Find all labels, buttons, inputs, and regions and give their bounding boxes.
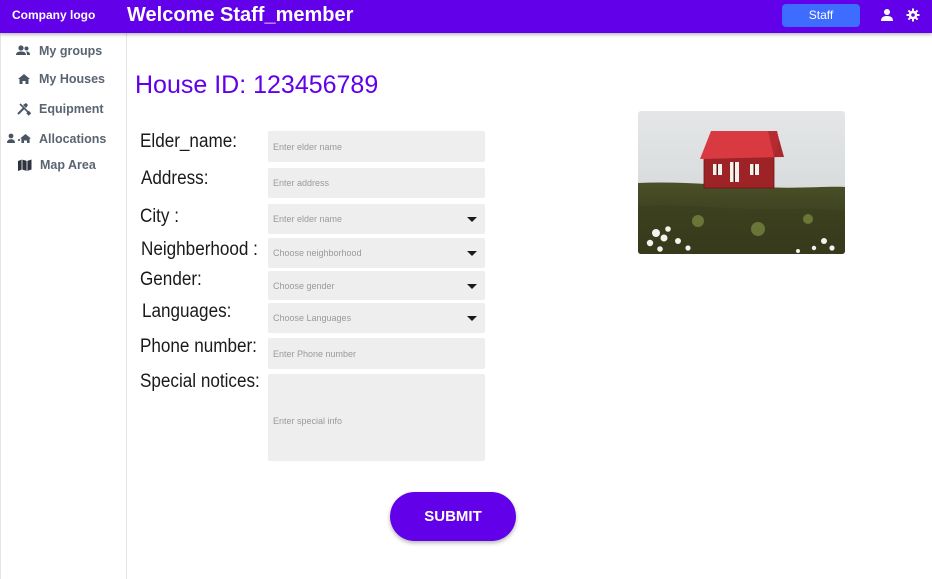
- house-icon: [18, 74, 30, 84]
- languages-placeholder: Choose Languages: [273, 313, 352, 323]
- sidebar-item-label: My groups: [39, 44, 103, 58]
- elder-name-input[interactable]: Enter elder name: [268, 131, 485, 162]
- address-placeholder: Enter address: [273, 178, 330, 188]
- city-select[interactable]: Enter elder name: [268, 204, 485, 234]
- gender-select[interactable]: Choose gender: [268, 271, 485, 300]
- elder-name-label: Elder_name:: [140, 131, 237, 152]
- special-notices-label: Special notices:: [140, 371, 260, 392]
- sidebar-item-label: Equipment: [39, 102, 104, 116]
- elder-name-placeholder: Enter elder name: [273, 141, 343, 152]
- top-app-bar: Company logo Welcome Staff_member Staff: [0, 0, 932, 33]
- address-label: Address:: [141, 168, 209, 189]
- phone-number-label: Phone number:: [140, 336, 257, 357]
- submit-button[interactable]: SUBMIT: [390, 492, 516, 541]
- phone-number-input[interactable]: Enter Phone number: [268, 338, 485, 369]
- chevron-down-icon: [467, 283, 477, 289]
- tools-icon: [17, 103, 32, 116]
- special-notices-textarea[interactable]: Enter special info: [268, 374, 485, 461]
- special-notices-placeholder: Enter special info: [273, 416, 343, 426]
- allocations-icon: [7, 133, 31, 143]
- groups-icon: [16, 45, 30, 55]
- company-logo[interactable]: Company logo: [12, 8, 95, 22]
- chevron-down-icon: [467, 316, 477, 321]
- house-photo: [638, 111, 845, 254]
- gender-label: Gender:: [140, 269, 202, 290]
- sidebar-item-map-area[interactable]: Map Area: [1, 155, 127, 177]
- languages-select[interactable]: Choose Languages: [268, 303, 485, 333]
- phone-number-placeholder: Enter Phone number: [273, 348, 357, 359]
- address-input[interactable]: Enter address: [268, 168, 485, 198]
- sidebar-item-my-houses[interactable]: My Houses: [1, 69, 127, 91]
- sidebar-item-allocations[interactable]: Allocations: [1, 129, 127, 151]
- staff-role-button[interactable]: Staff: [782, 4, 860, 27]
- welcome-title: Welcome Staff_member: [127, 4, 354, 26]
- languages-label: Languages:: [142, 301, 232, 322]
- city-label: City :: [140, 206, 179, 227]
- page-title: House ID: 123456789: [135, 71, 379, 99]
- neighborhood-label: Neighberhood :: [141, 239, 258, 260]
- sidebar-item-my-groups[interactable]: My groups: [1, 41, 127, 63]
- map-icon: [18, 159, 32, 171]
- user-icon[interactable]: [880, 8, 894, 22]
- city-placeholder: Enter elder name: [273, 214, 343, 224]
- sidebar: My groups My Houses Equipment Allocation…: [0, 33, 127, 579]
- gear-icon[interactable]: [906, 8, 920, 22]
- chevron-down-icon: [467, 217, 477, 222]
- sidebar-item-equipment[interactable]: Equipment: [1, 99, 127, 121]
- sidebar-item-label: Map Area: [40, 158, 96, 172]
- gender-placeholder: Choose gender: [273, 280, 335, 291]
- neighborhood-placeholder: Choose neighborhood: [273, 248, 362, 258]
- sidebar-item-label: Allocations: [39, 132, 107, 146]
- chevron-down-icon: [467, 251, 477, 256]
- neighborhood-select[interactable]: Choose neighborhood: [268, 238, 485, 268]
- sidebar-item-label: My Houses: [39, 72, 105, 86]
